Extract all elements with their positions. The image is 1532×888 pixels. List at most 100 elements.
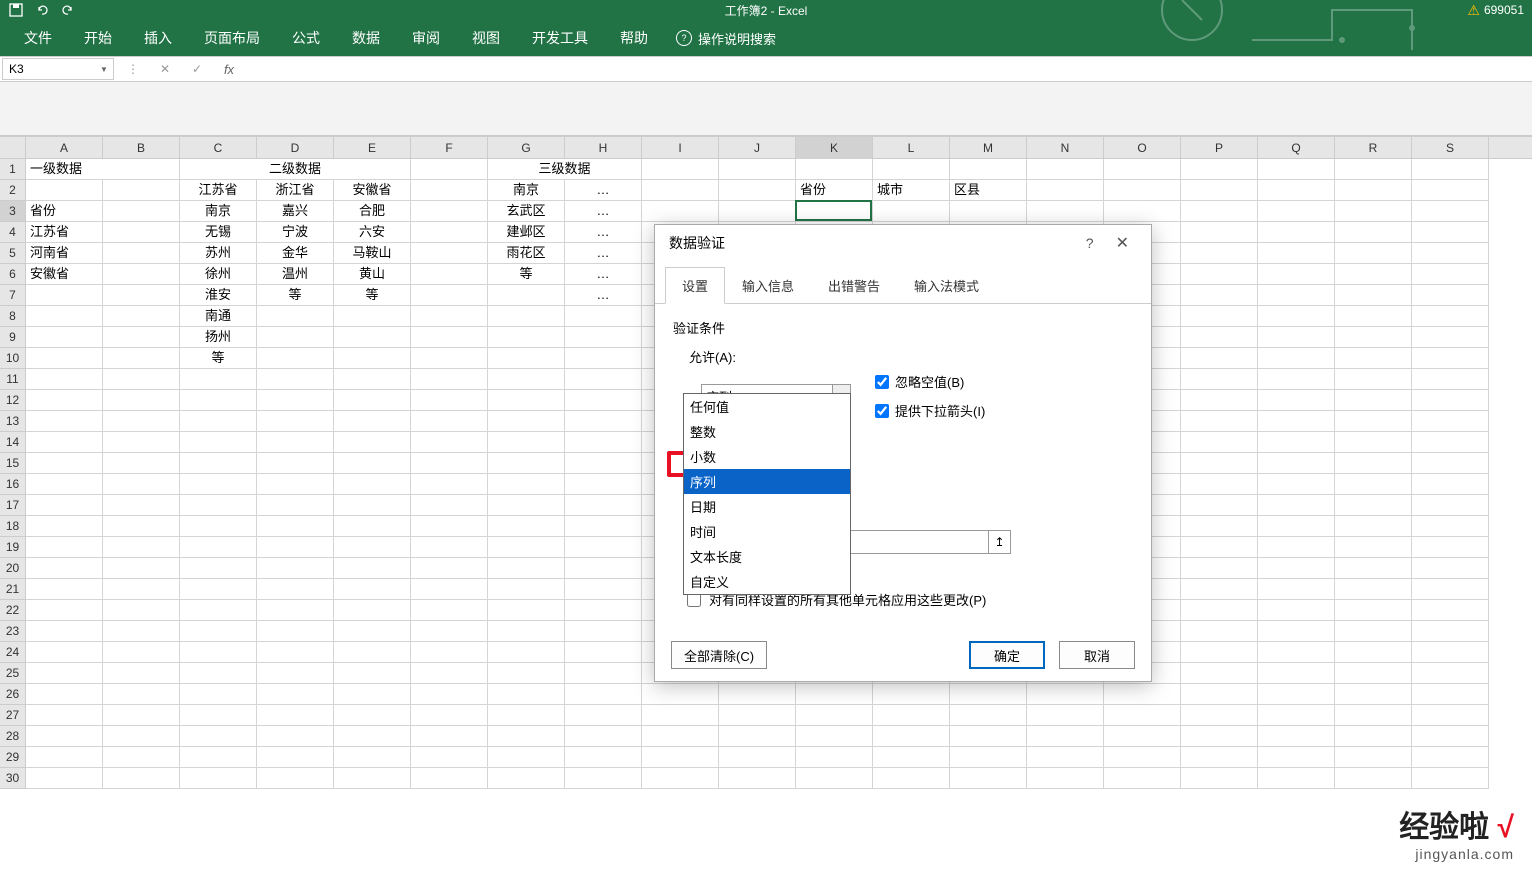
- cell-F3[interactable]: [411, 201, 488, 222]
- cell-S30[interactable]: [1412, 768, 1489, 789]
- row-header-4[interactable]: 4: [0, 222, 26, 243]
- cell-M27[interactable]: [950, 705, 1027, 726]
- cell-C10[interactable]: 等: [180, 348, 257, 369]
- tab-help[interactable]: 帮助: [606, 22, 662, 54]
- cell-N3[interactable]: [1027, 201, 1104, 222]
- cell-H18[interactable]: [565, 516, 642, 537]
- cell-B4[interactable]: [103, 222, 180, 243]
- cell-J1[interactable]: [719, 159, 796, 180]
- row-header-10[interactable]: 10: [0, 348, 26, 369]
- cell-A15[interactable]: [26, 453, 103, 474]
- name-box[interactable]: K3 ▼: [2, 58, 114, 80]
- cell-H16[interactable]: [565, 474, 642, 495]
- col-header-N[interactable]: N: [1027, 137, 1104, 159]
- cell-H9[interactable]: [565, 327, 642, 348]
- row-header-21[interactable]: 21: [0, 579, 26, 600]
- cell-G20[interactable]: [488, 558, 565, 579]
- cell-P14[interactable]: [1181, 432, 1258, 453]
- cell-F22[interactable]: [411, 600, 488, 621]
- cell-A20[interactable]: [26, 558, 103, 579]
- cell-F28[interactable]: [411, 726, 488, 747]
- cell-F18[interactable]: [411, 516, 488, 537]
- cell-A10[interactable]: [26, 348, 103, 369]
- row-header-17[interactable]: 17: [0, 495, 26, 516]
- range-picker-icon[interactable]: ↥: [988, 531, 1010, 553]
- cell-D25[interactable]: [257, 663, 334, 684]
- cell-A21[interactable]: [26, 579, 103, 600]
- cell-B19[interactable]: [103, 537, 180, 558]
- cell-H28[interactable]: [565, 726, 642, 747]
- cell-Q8[interactable]: [1258, 306, 1335, 327]
- cell-S20[interactable]: [1412, 558, 1489, 579]
- cell-Q20[interactable]: [1258, 558, 1335, 579]
- cell-Q22[interactable]: [1258, 600, 1335, 621]
- cell-R22[interactable]: [1335, 600, 1412, 621]
- cell-G9[interactable]: [488, 327, 565, 348]
- option-custom[interactable]: 自定义: [684, 569, 850, 594]
- cell-D11[interactable]: [257, 369, 334, 390]
- cell-G3[interactable]: 玄武区: [488, 201, 565, 222]
- cell-B17[interactable]: [103, 495, 180, 516]
- cell-P22[interactable]: [1181, 600, 1258, 621]
- cell-B10[interactable]: [103, 348, 180, 369]
- row-header-19[interactable]: 19: [0, 537, 26, 558]
- cell-A27[interactable]: [26, 705, 103, 726]
- cell-E12[interactable]: [334, 390, 411, 411]
- cell-E15[interactable]: [334, 453, 411, 474]
- cell-D6[interactable]: 温州: [257, 264, 334, 285]
- cell-S28[interactable]: [1412, 726, 1489, 747]
- cell-S6[interactable]: [1412, 264, 1489, 285]
- cell-E6[interactable]: 黄山: [334, 264, 411, 285]
- cell-A17[interactable]: [26, 495, 103, 516]
- cell-F21[interactable]: [411, 579, 488, 600]
- cell-B29[interactable]: [103, 747, 180, 768]
- cell-P11[interactable]: [1181, 369, 1258, 390]
- col-header-L[interactable]: L: [873, 137, 950, 159]
- cell-C20[interactable]: [180, 558, 257, 579]
- row-header-6[interactable]: 6: [0, 264, 26, 285]
- cell-P4[interactable]: [1181, 222, 1258, 243]
- cell-D12[interactable]: [257, 390, 334, 411]
- col-header-R[interactable]: R: [1335, 137, 1412, 159]
- dlg-tab-settings[interactable]: 设置: [665, 267, 725, 304]
- row-header-22[interactable]: 22: [0, 600, 26, 621]
- cell-Q23[interactable]: [1258, 621, 1335, 642]
- cell-P3[interactable]: [1181, 201, 1258, 222]
- cell-Q3[interactable]: [1258, 201, 1335, 222]
- cell-G11[interactable]: [488, 369, 565, 390]
- cell-K29[interactable]: [796, 747, 873, 768]
- cell-K26[interactable]: [796, 684, 873, 705]
- cell-F19[interactable]: [411, 537, 488, 558]
- cell-R24[interactable]: [1335, 642, 1412, 663]
- cell-G23[interactable]: [488, 621, 565, 642]
- cell-E30[interactable]: [334, 768, 411, 789]
- cell-R30[interactable]: [1335, 768, 1412, 789]
- col-header-H[interactable]: H: [565, 137, 642, 159]
- col-header-P[interactable]: P: [1181, 137, 1258, 159]
- cell-P7[interactable]: [1181, 285, 1258, 306]
- cell-S14[interactable]: [1412, 432, 1489, 453]
- cell-S24[interactable]: [1412, 642, 1489, 663]
- cell-R29[interactable]: [1335, 747, 1412, 768]
- col-header-J[interactable]: J: [719, 137, 796, 159]
- cell-Q11[interactable]: [1258, 369, 1335, 390]
- cell-R18[interactable]: [1335, 516, 1412, 537]
- cell-F16[interactable]: [411, 474, 488, 495]
- cell-B24[interactable]: [103, 642, 180, 663]
- cell-B9[interactable]: [103, 327, 180, 348]
- cell-Q2[interactable]: [1258, 180, 1335, 201]
- row-header-9[interactable]: 9: [0, 327, 26, 348]
- cell-S10[interactable]: [1412, 348, 1489, 369]
- cell-M2[interactable]: 区县: [950, 180, 1027, 201]
- cell-R11[interactable]: [1335, 369, 1412, 390]
- cell-J27[interactable]: [719, 705, 796, 726]
- cell-P5[interactable]: [1181, 243, 1258, 264]
- cell-A5[interactable]: 河南省: [26, 243, 103, 264]
- row-header-8[interactable]: 8: [0, 306, 26, 327]
- cell-C11[interactable]: [180, 369, 257, 390]
- cell-A13[interactable]: [26, 411, 103, 432]
- cell-D23[interactable]: [257, 621, 334, 642]
- cell-P18[interactable]: [1181, 516, 1258, 537]
- cell-R6[interactable]: [1335, 264, 1412, 285]
- cell-E29[interactable]: [334, 747, 411, 768]
